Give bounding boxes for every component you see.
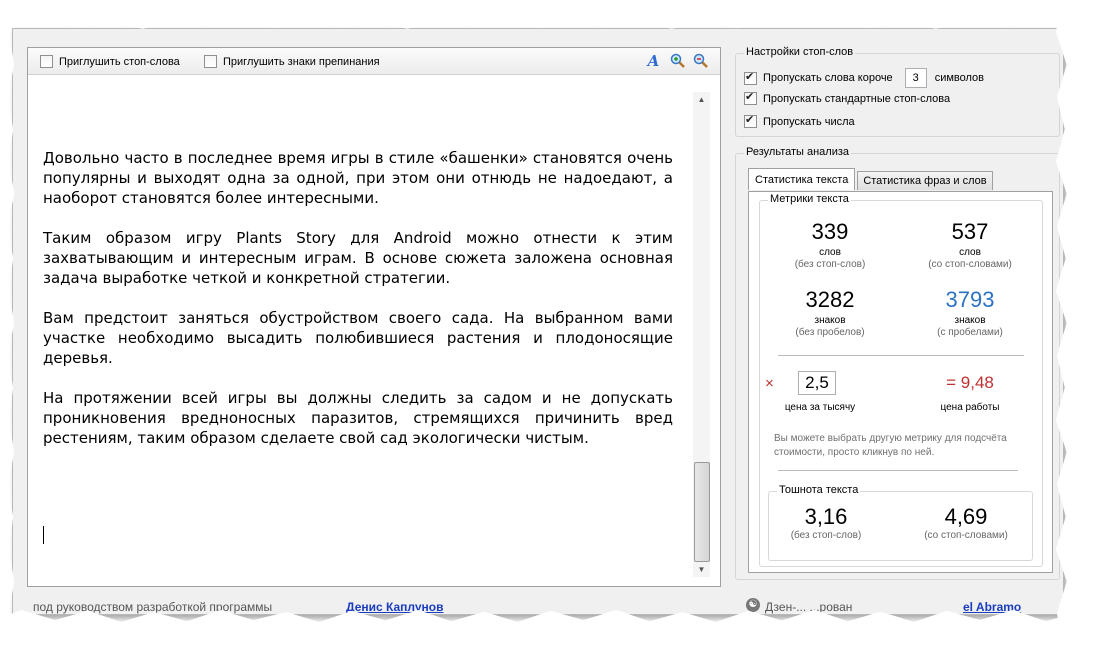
scroll-up-icon[interactable]: ▲ — [693, 92, 710, 107]
metric-hint-text: Вы можете выбрать другую метрику для под… — [774, 433, 1007, 458]
nausea-no-stop: 3,16 (без стоп-слов) — [761, 504, 891, 542]
editor-text-area[interactable]: Довольно часто в последнее время игры в … — [43, 148, 673, 468]
metric-sub: (со стоп-словами) — [928, 259, 1012, 270]
checkbox-box[interactable] — [40, 55, 53, 68]
nausea-with-stop: 4,69 (со стоп-словами) — [901, 504, 1031, 542]
metric-chars-no-spaces[interactable]: 3282 знаков (без пробелов) — [760, 287, 900, 339]
metric-sub: (без пробелов) — [795, 327, 865, 338]
divider — [778, 355, 1024, 356]
paragraph: Вам предстоит заняться обустройством сво… — [43, 309, 673, 367]
tab-phrase-statistics[interactable]: Статистика фраз и слов — [857, 171, 993, 190]
checkbox-box[interactable] — [744, 70, 757, 85]
analysis-tabs: Статистика текста Статистика фраз и слов — [748, 168, 995, 190]
metric-sub: (без стоп-слов) — [794, 259, 866, 270]
metric-label: знаков — [814, 315, 846, 326]
multiply-sign: × — [765, 375, 774, 392]
metric-words-no-stop[interactable]: 339 слов (без стоп-слов) — [760, 219, 900, 271]
zoom-in-icon[interactable] — [669, 53, 686, 69]
divider — [778, 470, 1018, 471]
text-statistics-panel: Метрики текста 339 слов (без стоп-слов) … — [748, 191, 1053, 573]
metric-value: 4,69 — [944, 504, 988, 529]
metric-value: 339 — [811, 219, 849, 244]
analysis-results-title: Результаты анализа — [744, 146, 852, 158]
scroll-down-icon[interactable]: ▼ — [693, 562, 710, 577]
skip-standard-stopwords-checkbox[interactable]: Пропускать стандартные стоп-слова — [744, 90, 951, 105]
mute-stopwords-checkbox[interactable]: Приглушить стоп-слова — [40, 55, 180, 68]
paragraph: На протяжении всей игры вы должны следит… — [43, 389, 673, 447]
checkbox-box[interactable] — [204, 55, 217, 68]
checkbox-box[interactable] — [744, 113, 757, 128]
skip-numbers-checkbox[interactable]: Пропускать числа — [744, 113, 855, 128]
metric-label: слов — [959, 247, 981, 258]
app-window: Приглушить стоп-слова Приглушить знаки п… — [12, 28, 1064, 615]
checkbox-box[interactable] — [744, 90, 757, 105]
author-link[interactable]: Денис Каплунов — [346, 600, 444, 614]
mute-punctuation-checkbox[interactable]: Приглушить знаки препинания — [204, 55, 380, 68]
text-metrics-title: Метрики текста — [768, 193, 851, 205]
text-metrics-group: Метрики текста 339 слов (без стоп-слов) … — [759, 193, 1043, 567]
status-bar: под руководством разработкой программы Д… — [13, 594, 1063, 614]
analysis-results-group: Результаты анализа Статистика текста Ста… — [735, 146, 1060, 580]
skip-numbers-label: Пропускать числа — [763, 115, 855, 128]
work-price-label: цена работы — [940, 402, 1000, 413]
metric-chars-with-spaces[interactable]: 3793 знаков (с пробелами) — [900, 287, 1040, 339]
paragraph: Довольно часто в последнее время игры в … — [43, 149, 673, 207]
metric-words-with-stop[interactable]: 537 слов (со стоп-словами) — [900, 219, 1040, 271]
zen-icon: ☯ — [746, 598, 760, 612]
credits-text: под руководством разработкой программы — [33, 600, 273, 614]
nausea-title: Тошнота текста — [777, 484, 861, 496]
paragraph: Таким образом игру Plants Story для Andr… — [43, 229, 673, 287]
skip-short-words-checkbox[interactable]: Пропускать слова короче 3 символов — [744, 68, 984, 88]
nausea-group: Тошнота текста 3,16 (без стоп-слов) 4,69… — [768, 484, 1033, 561]
zoom-out-icon[interactable] — [692, 53, 709, 69]
mute-stopwords-label: Приглушить стоп-слова — [59, 55, 180, 68]
skip-short-words-label: Пропускать слова короче — [763, 72, 893, 84]
symbols-label: символов — [934, 72, 984, 84]
text-caret — [43, 526, 44, 544]
metric-label: слов — [819, 247, 841, 258]
text-editor-panel: Приглушить стоп-слова Приглушить знаки п… — [27, 47, 721, 587]
stopword-settings-title: Настройки стоп-слов — [744, 46, 856, 58]
metric-sub: (со стоп-словами) — [924, 530, 1008, 541]
editor-scrollbar[interactable]: ▲ ▼ — [693, 92, 710, 577]
editor-toolbar: Приглушить стоп-слова Приглушить знаки п… — [28, 48, 720, 75]
stopword-settings-group: Настройки стоп-слов Пропускать слова кор… — [735, 46, 1060, 137]
min-word-length-input[interactable]: 3 — [904, 68, 927, 88]
metric-value: 537 — [951, 219, 989, 244]
metric-sub: (без стоп-слов) — [790, 530, 862, 541]
tab-text-statistics[interactable]: Статистика текста — [748, 168, 856, 190]
metric-value-selected: 3793 — [945, 287, 995, 312]
work-price-value: = 9,48 — [946, 373, 994, 392]
skip-standard-stopwords-label: Пропускать стандартные стоп-слова — [763, 92, 951, 105]
metric-value: 3282 — [805, 287, 855, 312]
font-icon[interactable]: A — [645, 53, 662, 69]
price-per-thousand-label: цена за тысячу — [784, 402, 856, 413]
scroll-thumb[interactable] — [694, 462, 710, 562]
mute-punctuation-label: Приглушить знаки препинания — [223, 55, 380, 68]
metric-label: знаков — [954, 315, 986, 326]
metric-sub: (с пробелами) — [937, 327, 1003, 338]
metric-value: 3,16 — [804, 504, 848, 529]
price-per-thousand-input[interactable]: 2,5 — [798, 371, 836, 395]
